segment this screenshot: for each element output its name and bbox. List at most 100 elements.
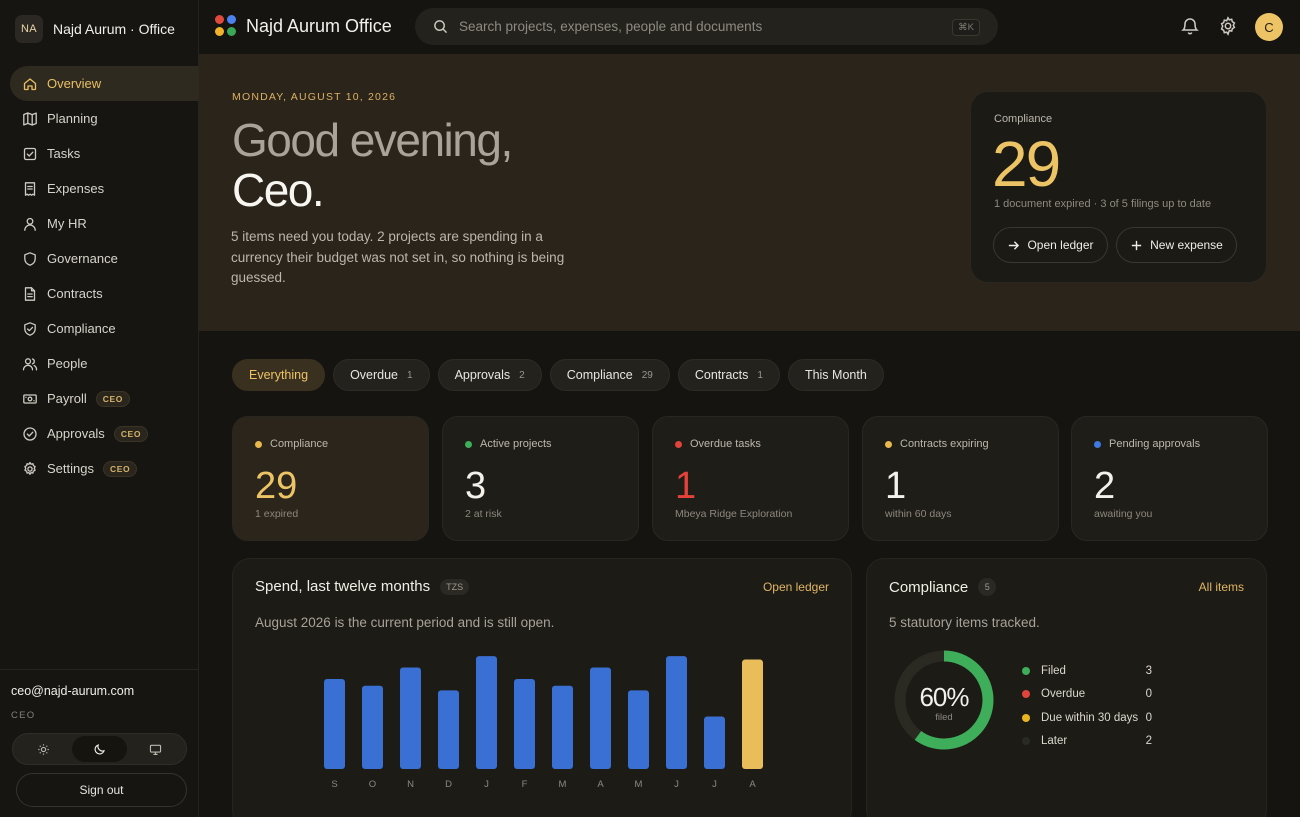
check-circle-icon [23, 426, 37, 441]
compliance-panel-description: 5 statutory items tracked. [889, 615, 1040, 630]
sidebar-item-tasks[interactable]: Tasks [10, 136, 199, 171]
search-bar: ⌘K [415, 8, 998, 45]
spend-bar-8[interactable] [628, 690, 649, 769]
stat-label-text: Pending approvals [1109, 438, 1201, 450]
stat-card-overdue-tasks[interactable]: Overdue tasks 1 Mbeya Ridge Exploration [652, 416, 849, 541]
stat-subtitle: within 60 days [885, 508, 952, 520]
app-title: Najd Aurum Office [246, 16, 392, 36]
filter-approvals[interactable]: Approvals 2 [437, 359, 542, 391]
sidebar-item-label: Settings [47, 461, 94, 476]
spend-bar-5[interactable] [514, 678, 535, 769]
sidebar-item-overview[interactable]: Overview [10, 66, 199, 101]
open-ledger-button[interactable]: Open ledger [993, 227, 1108, 263]
sidebar-item-label: Approvals [47, 426, 105, 441]
stat-label: Overdue tasks [675, 438, 761, 450]
sidebar-item-governance[interactable]: Governance [10, 241, 199, 276]
spend-bar-3[interactable] [438, 690, 459, 769]
theme-light-button[interactable] [16, 736, 72, 762]
spend-bar-9[interactable] [666, 656, 687, 769]
user-avatar[interactable]: C [1255, 13, 1283, 41]
sidebar-item-planning[interactable]: Planning [10, 101, 199, 136]
spend-month-label: A [749, 779, 756, 790]
stat-card-compliance[interactable]: Compliance 29 1 expired [232, 416, 429, 541]
all-items-link[interactable]: All items [1199, 580, 1244, 594]
theme-toggle [12, 733, 187, 765]
stat-card-contracts-expiring[interactable]: Contracts expiring 1 within 60 days [862, 416, 1059, 541]
spend-panel: Spend, last twelve months TZS Open ledge… [232, 558, 852, 817]
filter-this-month[interactable]: This Month [787, 359, 884, 391]
monitor-icon [149, 744, 161, 755]
role-badge: CEO [113, 425, 149, 442]
sidebar-item-my-hr[interactable]: My HR [10, 206, 199, 241]
receipt-icon [24, 181, 36, 196]
compliance-donut: 60% filed [893, 649, 995, 751]
stat-value: 1 [675, 465, 697, 507]
compliance-count-badge: 5 [978, 578, 997, 596]
spend-month-label: J [712, 779, 717, 790]
filter-count: 29 [641, 369, 653, 381]
spend-bar-2[interactable] [400, 667, 421, 769]
sidebar-item-approvals[interactable]: Approvals CEO [10, 416, 199, 451]
bell-icon[interactable] [1180, 16, 1200, 36]
filter-label: Compliance [566, 368, 633, 382]
sidebar-item-label: Planning [47, 111, 98, 126]
spend-bar-11[interactable] [742, 659, 763, 769]
legend-value: 0 [1145, 711, 1152, 724]
theme-dark-button[interactable] [71, 736, 128, 762]
stat-label: Contracts expiring [885, 438, 989, 450]
stat-card-pending-approvals[interactable]: Pending approvals 2 awaiting you [1071, 416, 1268, 541]
sidebar-item-label: Overview [47, 76, 102, 91]
compliance-card-subtitle: 1 document expired · 3 of 5 filings up t… [994, 198, 1212, 210]
spend-bar-4[interactable] [476, 656, 497, 769]
current-date: MONDAY, AUGUST 10, 2026 [232, 91, 397, 103]
sidebar-item-people[interactable]: People [10, 346, 199, 381]
sidebar-item-contracts[interactable]: Contracts [10, 276, 199, 311]
legend-label: Due within 30 days [1041, 711, 1139, 724]
sidebar-item-compliance[interactable]: Compliance [10, 311, 199, 346]
sidebar-item-payroll[interactable]: Payroll CEO [10, 381, 199, 416]
stat-label-text: Overdue tasks [690, 438, 761, 450]
sidebar-item-label: Payroll [47, 391, 87, 406]
theme-system-button[interactable] [127, 736, 183, 762]
filter-everything[interactable]: Everything [232, 359, 326, 391]
legend-swatch [1022, 737, 1030, 746]
hero-summary: 5 items need you today. 2 projects are s… [231, 229, 565, 285]
sidebar-footer: ceo@najd-aurum.com CEO Sign out [0, 669, 198, 807]
legend-item-later: Later 2 [1022, 730, 1152, 754]
filter-contracts[interactable]: Contracts 1 [677, 359, 780, 391]
sidebar-item-label: Compliance [47, 321, 116, 336]
filter-overdue[interactable]: Overdue 1 [333, 359, 430, 391]
role-badge: CEO [95, 390, 130, 407]
stat-card-active-projects[interactable]: Active projects 3 2 at risk [442, 416, 639, 541]
new-expense-button[interactable]: New expense [1116, 227, 1237, 263]
stat-value: 1 [885, 465, 907, 507]
checkbox-icon [23, 147, 37, 160]
people-icon [22, 357, 38, 370]
spend-bar-1[interactable] [362, 685, 383, 769]
search-input[interactable] [459, 8, 939, 45]
moon-icon [94, 743, 105, 754]
spend-month-label: M [559, 779, 567, 790]
sidebar-item-settings[interactable]: Settings CEO [10, 451, 199, 486]
compliance-panel-header: Compliance 5 [889, 578, 997, 596]
user-email: ceo@najd-aurum.com [11, 684, 135, 698]
spend-month-label: N [407, 779, 414, 790]
spend-bar-6[interactable] [552, 685, 573, 769]
filter-label: Approvals [454, 368, 511, 382]
filter-compliance[interactable]: Compliance 29 [549, 359, 670, 391]
legend-swatch [1022, 666, 1030, 675]
brand-name: Najd Aurum · Office [53, 21, 175, 37]
document-icon [24, 286, 36, 301]
spend-bar-7[interactable] [590, 667, 611, 769]
stat-label: Pending approvals [1094, 438, 1200, 450]
legend-swatch [1022, 690, 1030, 699]
gear-icon[interactable] [1218, 16, 1238, 36]
legend-label: Overdue [1041, 688, 1086, 701]
spend-bar-0[interactable] [324, 678, 345, 769]
spend-bar-10[interactable] [704, 716, 725, 769]
legend-item-due-within-30-days: Due within 30 days 0 [1022, 706, 1152, 730]
sidebar-item-expenses[interactable]: Expenses [10, 171, 199, 206]
brand[interactable]: NA Najd Aurum · Office [15, 15, 175, 43]
status-dot [675, 440, 682, 448]
sign-out-button[interactable]: Sign out [16, 773, 187, 807]
